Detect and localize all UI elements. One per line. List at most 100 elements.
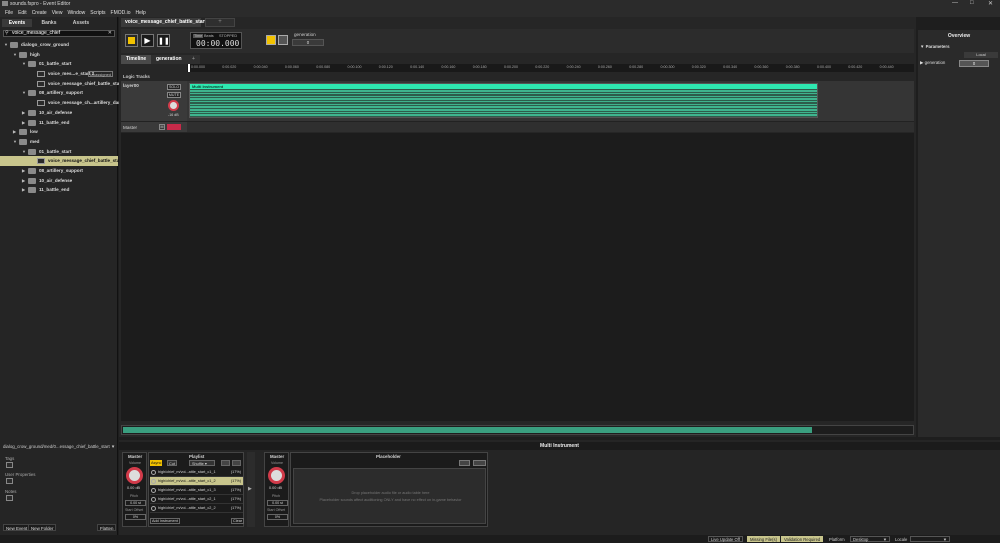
track-name[interactable]: layer00 bbox=[123, 83, 139, 88]
tree-event[interactable]: voice_mes...e_start 2 Unassigned bbox=[0, 69, 118, 79]
time-display[interactable]: Time Beats STOPPED 00:00.000 bbox=[190, 32, 242, 49]
chevron-right-icon[interactable]: ▶ bbox=[13, 127, 16, 137]
parameters-header[interactable]: ▼ Parameters bbox=[920, 44, 950, 49]
tree-event[interactable]: voice_message_ch...artillery_danger bbox=[0, 98, 128, 108]
menu-scripts[interactable]: Scripts bbox=[90, 10, 105, 16]
search-input[interactable]: ⚲ voice_message_chief ✕ bbox=[3, 30, 115, 37]
tree-folder[interactable]: ▶ 10_air_defense bbox=[0, 176, 118, 186]
tree-event[interactable]: voice_message_chief_battle_start bbox=[0, 156, 123, 166]
event-tab[interactable]: voice_message_chief_battle_start bbox=[121, 18, 206, 27]
playlist-item[interactable]: high/chief_m/voi...attle_start_c2_2 (17%) bbox=[150, 504, 243, 513]
tree-folder[interactable]: ▼ 08_artillery_support bbox=[0, 88, 118, 98]
tab-banks[interactable]: Banks bbox=[34, 19, 64, 27]
timeline-empty-area[interactable] bbox=[121, 133, 914, 421]
pause-button[interactable]: ❚❚ bbox=[157, 34, 170, 47]
tree-event[interactable]: voice_message_chief_battle_start bbox=[0, 79, 123, 89]
volume-knob[interactable] bbox=[126, 467, 143, 484]
overview-param-value[interactable]: 0 bbox=[959, 60, 989, 67]
playlist-collapse-handle[interactable]: ▶ bbox=[247, 452, 255, 527]
tree-folder[interactable]: ▶ 11_battle_end bbox=[0, 118, 118, 128]
chevron-right-icon[interactable]: ▶ bbox=[22, 185, 25, 195]
chevron-right-icon[interactable]: ▶ bbox=[22, 176, 25, 186]
timeline-scrollbar[interactable] bbox=[121, 425, 914, 435]
chevron-right-icon[interactable]: ▶ bbox=[22, 166, 25, 176]
mute-button[interactable]: MUTE bbox=[167, 92, 181, 98]
chevron-down-icon[interactable]: ▼ bbox=[13, 50, 17, 60]
toggle-button[interactable] bbox=[232, 460, 241, 466]
master-mute-button[interactable]: M bbox=[159, 124, 165, 130]
playlist-item[interactable]: high/chief_m/voi...attle_start_c2_1 (17%) bbox=[150, 495, 243, 504]
list-view-icon[interactable] bbox=[266, 35, 276, 45]
live-update-button[interactable]: Live Update Off bbox=[708, 536, 744, 542]
flatten-button[interactable]: Flatten bbox=[97, 524, 117, 531]
menu-window[interactable]: Window bbox=[67, 10, 85, 16]
chevron-down-icon[interactable]: ▼ bbox=[22, 147, 26, 157]
playlist-item[interactable]: high/chief_m/voi...attle_start_c1_1 (17%) bbox=[150, 468, 243, 477]
chevron-down-icon[interactable]: ▼ bbox=[22, 59, 26, 69]
loop-button[interactable] bbox=[221, 460, 230, 466]
grid-view-icon[interactable] bbox=[278, 35, 288, 45]
new-folder-button[interactable]: New Folder bbox=[28, 524, 57, 531]
menu-edit[interactable]: Edit bbox=[18, 10, 27, 16]
multi-instrument-region[interactable]: Multi Instrument bbox=[189, 83, 818, 118]
tab-timeline[interactable]: Timeline bbox=[121, 55, 152, 64]
instrument-offset-value[interactable]: 0% bbox=[267, 514, 288, 520]
timeline-ruler[interactable]: 0:00.000 0:00.020 0:00.040 0:00.060 0:00.080… bbox=[187, 64, 914, 72]
track-lane[interactable]: Multi Instrument bbox=[187, 81, 914, 121]
instrument-pitch-value[interactable]: 0.00 st bbox=[267, 500, 288, 506]
platform-select[interactable]: Desktop ▼ bbox=[850, 536, 890, 542]
tab-events[interactable]: Events bbox=[2, 19, 32, 27]
tree-folder[interactable]: ▼ dialogo_crow_ground bbox=[0, 40, 118, 50]
tree-folder[interactable]: ▼ 01_battle_start bbox=[0, 59, 118, 69]
clear-search-icon[interactable]: ✕ bbox=[108, 31, 112, 36]
close-icon[interactable]: ✕ bbox=[988, 0, 993, 7]
chevron-down-icon[interactable]: ▼ bbox=[13, 137, 17, 147]
new-event-button[interactable]: New Event bbox=[3, 524, 31, 531]
tab-generation[interactable]: generation bbox=[151, 55, 187, 64]
instrument-volume-knob[interactable] bbox=[268, 467, 285, 484]
time-mode[interactable]: Time bbox=[193, 34, 204, 38]
loop-icon[interactable] bbox=[459, 460, 470, 466]
new-tab-button[interactable]: + bbox=[205, 18, 235, 27]
maximize-icon[interactable]: □ bbox=[970, 0, 974, 6]
tree-folder[interactable]: ▶ 10_air_defense bbox=[0, 108, 118, 118]
add-property-button[interactable] bbox=[6, 478, 13, 484]
add-parameter-tab[interactable]: + bbox=[187, 55, 200, 64]
tree-folder[interactable]: ▼ high bbox=[0, 50, 118, 60]
pitch-value[interactable]: 0.00 st bbox=[125, 500, 146, 506]
add-tag-button[interactable] bbox=[6, 462, 13, 468]
cut-toggle[interactable]: Cut bbox=[167, 460, 177, 466]
chevron-down-icon[interactable]: ▼ bbox=[111, 444, 115, 449]
menu-help[interactable]: Help bbox=[136, 10, 146, 16]
play-button[interactable]: ▶ bbox=[141, 34, 154, 47]
tree-folder[interactable]: ▶ 11_battle_end bbox=[0, 185, 118, 195]
menu-create[interactable]: Create bbox=[32, 10, 47, 16]
parameter-value[interactable]: 0 bbox=[292, 39, 324, 46]
playhead[interactable] bbox=[188, 64, 190, 72]
beats-mode[interactable]: Beats bbox=[204, 34, 214, 38]
placeholder-drop-area[interactable]: Drop placeholder audio file or audio tab… bbox=[293, 468, 486, 524]
tab-assets[interactable]: Assets bbox=[66, 19, 96, 27]
missing-files-button[interactable]: Missing File(s) bbox=[747, 536, 780, 542]
chevron-down-icon[interactable]: ▼ bbox=[4, 40, 8, 50]
add-instrument-button[interactable]: Add Instrument bbox=[150, 518, 180, 524]
tree-folder[interactable]: ▼ 01_battle_start bbox=[0, 147, 118, 157]
scrollbar-thumb[interactable] bbox=[123, 427, 812, 433]
volume-knob[interactable] bbox=[168, 100, 179, 111]
tree-folder[interactable]: ▶ 08_artillery_support bbox=[0, 166, 118, 176]
clear-button[interactable]: Clear bbox=[231, 518, 245, 524]
stop-button[interactable] bbox=[125, 34, 138, 47]
chevron-right-icon[interactable]: ▶ bbox=[22, 108, 25, 118]
menu-fmodio[interactable]: FMOD.io bbox=[111, 10, 131, 16]
chevron-right-icon[interactable]: ▶ bbox=[22, 118, 25, 128]
solo-button[interactable]: SOLO bbox=[167, 84, 181, 90]
validation-button[interactable]: Validation Required bbox=[781, 536, 824, 542]
add-note-button[interactable] bbox=[6, 495, 13, 501]
toggle-icon[interactable] bbox=[473, 460, 486, 466]
resize-grip-icon[interactable] bbox=[990, 536, 998, 542]
master-track-name[interactable]: Master bbox=[123, 125, 137, 130]
chevron-down-icon[interactable]: ▼ bbox=[22, 88, 26, 98]
tree-folder[interactable]: ▼ med bbox=[0, 137, 118, 147]
async-toggle[interactable]: Async bbox=[150, 460, 163, 466]
master-lane[interactable] bbox=[187, 121, 914, 132]
